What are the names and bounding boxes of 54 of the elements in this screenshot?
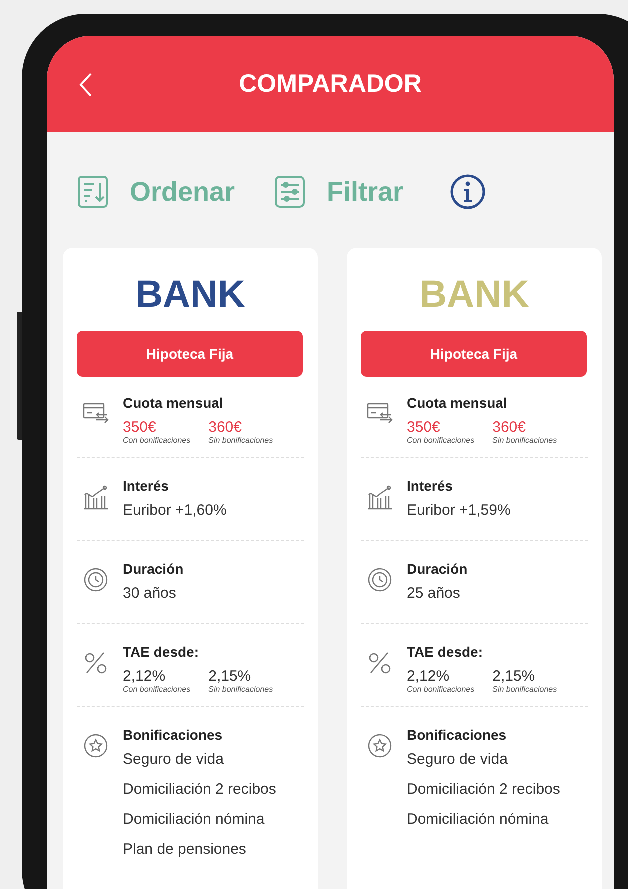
value-text: 350€ [123, 419, 158, 436]
row-label: Cuota mensual [407, 395, 508, 411]
bonus-item: Domiciliación 2 recibos [407, 780, 560, 800]
clock-icon [83, 567, 109, 593]
value-note: Sin bonificaciones [208, 685, 274, 694]
clock-icon [367, 567, 393, 593]
value-text: 30 años [123, 584, 178, 604]
bank-logo: BANK [418, 276, 530, 314]
row-label: Bonificaciones [123, 727, 224, 743]
bonus-item: Domiciliación nómina [407, 810, 550, 830]
filter-icon[interactable] [275, 176, 306, 208]
product-button[interactable]: Hipoteca Fija [77, 331, 303, 377]
chart-icon [83, 484, 109, 510]
bonus-item: Domiciliación 2 recibos [123, 780, 276, 800]
bonus-item: Domiciliación nómina [123, 810, 266, 830]
sort-icon[interactable] [78, 176, 108, 208]
bonus-item: Seguro de vida [407, 750, 509, 770]
value-text: 2,12% [123, 668, 167, 685]
row-label: Duración [407, 561, 468, 577]
value-note: Con bonificaciones [407, 436, 475, 445]
info-icon[interactable] [450, 174, 486, 210]
value-text: 25 años [407, 584, 462, 604]
screen-title: COMPARADOR [239, 70, 422, 98]
value-text: 2,15% [492, 668, 536, 685]
value-note: Con bonificaciones [123, 685, 191, 694]
product-button[interactable]: Hipoteca Fija [361, 331, 587, 377]
value-text: 350€ [407, 419, 442, 436]
value-text: 2,12% [407, 668, 451, 685]
value-text: Euribor +1,59% [407, 501, 511, 521]
row-label: Duración [123, 561, 184, 577]
value-text: 360€ [492, 419, 527, 436]
row-label: TAE desde: [123, 644, 200, 660]
value-note: Sin bonificaciones [492, 685, 558, 694]
row-label: TAE desde: [407, 644, 484, 660]
chart-icon [367, 484, 393, 510]
value-note: Con bonificaciones [123, 436, 191, 445]
percent-icon [367, 650, 393, 676]
row-label: Cuota mensual [123, 395, 224, 411]
sort-button[interactable]: Ordenar [130, 176, 236, 208]
row-label: Interés [123, 478, 170, 494]
value-note: Sin bonificaciones [208, 436, 274, 445]
bonus-item: Seguro de vida [123, 750, 225, 770]
row-label: Bonificaciones [407, 727, 508, 743]
value-text: 2,15% [208, 668, 252, 685]
filter-button[interactable]: Filtrar [327, 176, 404, 208]
bonus-item: Plan de pensiones [123, 840, 248, 860]
value-note: Sin bonificaciones [492, 436, 558, 445]
value-note: Con bonificaciones [407, 685, 475, 694]
value-text: Euribor +1,60% [123, 501, 227, 521]
row-label: Interés [407, 478, 454, 494]
bank-logo: BANK [134, 276, 246, 314]
value-text: 360€ [208, 419, 243, 436]
back-icon[interactable] [79, 72, 93, 98]
percent-icon [83, 650, 109, 676]
